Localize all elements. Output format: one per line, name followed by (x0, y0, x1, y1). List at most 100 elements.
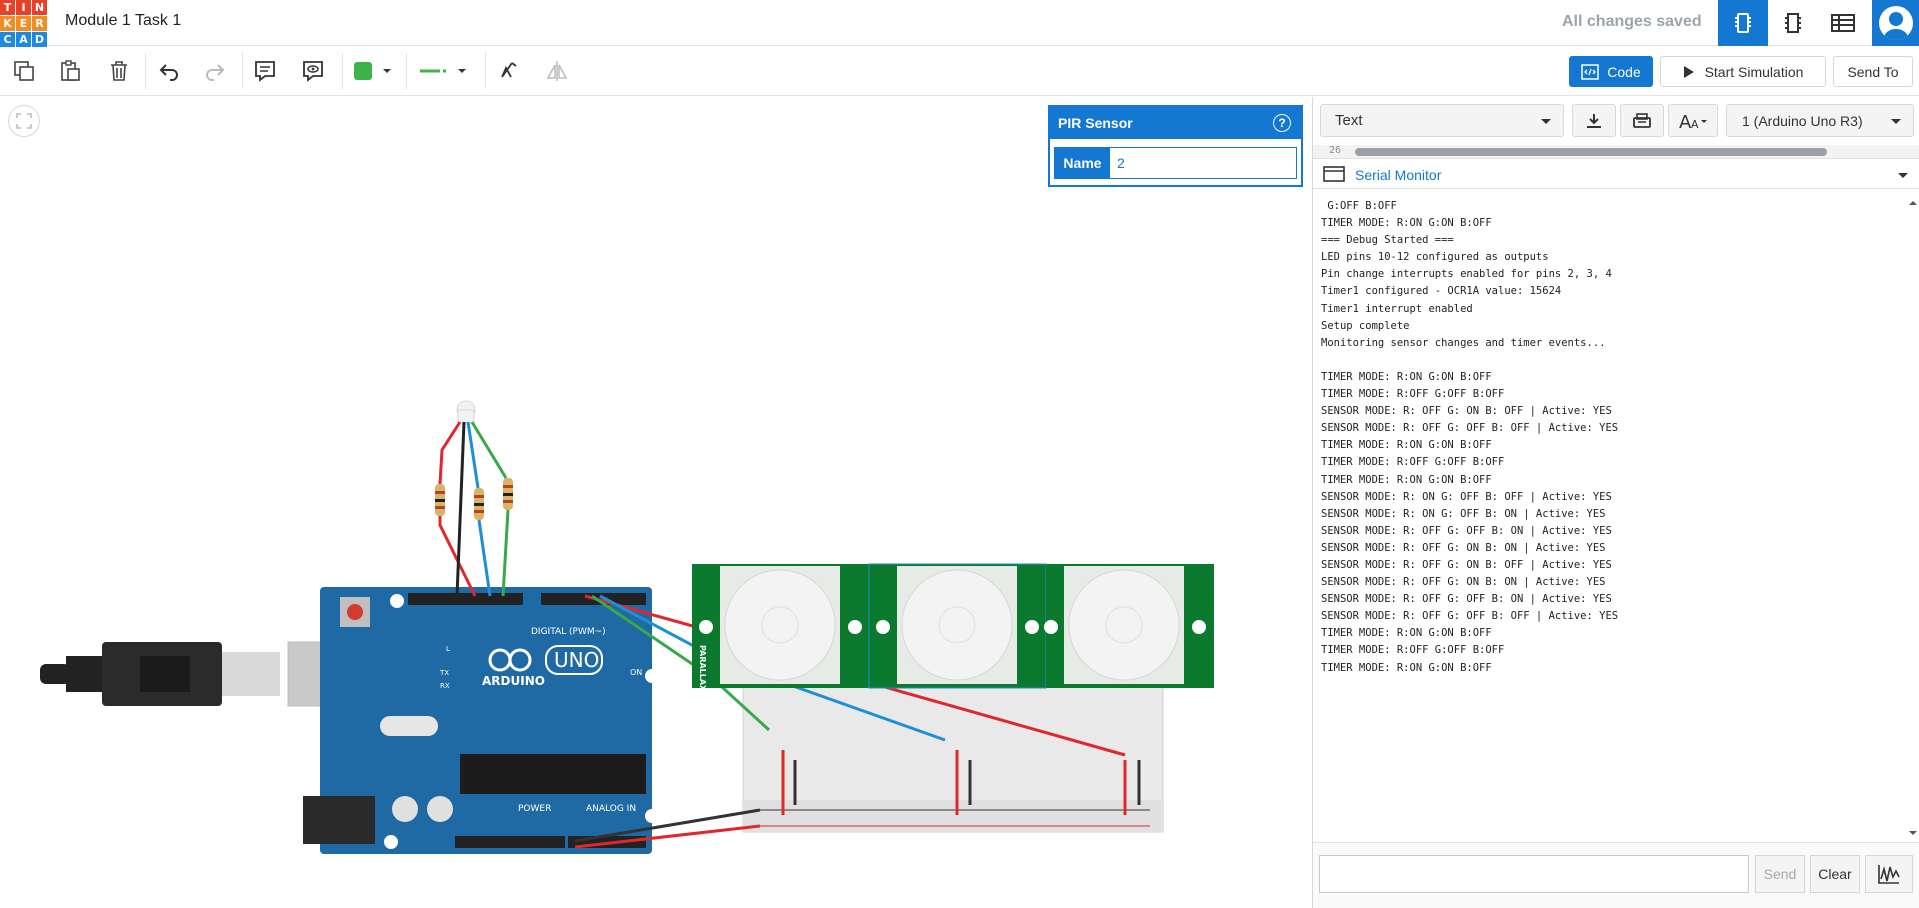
schematic-view-icon (1785, 13, 1801, 33)
wire-style-picker[interactable] (413, 55, 473, 87)
start-simulation-button[interactable]: Start Simulation (1660, 56, 1826, 87)
name-field[interactable]: Name 2 (1054, 147, 1297, 179)
logo-letter: T (0, 0, 15, 15)
paste-button[interactable] (53, 55, 87, 87)
serial-line: SENSOR MODE: R: OFF G: ON B: OFF | Activ… (1321, 405, 1612, 418)
serial-send-button[interactable]: Send (1755, 855, 1805, 893)
serial-line (1321, 352, 1900, 369)
svg-text:A: A (1691, 118, 1699, 130)
resistor[interactable] (435, 484, 445, 516)
project-title[interactable]: Module 1 Task 1 (65, 12, 181, 30)
copy-icon (14, 61, 34, 81)
serial-monitor-footer: Send Clear (1313, 842, 1919, 908)
serial-line: SENSOR MODE: R: OFF G: ON B: OFF | Activ… (1321, 558, 1612, 571)
user-avatar[interactable] (1872, 0, 1919, 46)
send-to-button[interactable]: Send To (1833, 56, 1913, 87)
arduino-brand-label: ARDUINO (482, 674, 545, 688)
circuit-canvas[interactable]: ARDUINO UNO DIGITAL (PWM~) POWER ANALOG … (0, 97, 1312, 908)
chevron-down-icon (1891, 119, 1901, 124)
save-status: All changes saved (1562, 13, 1702, 30)
play-icon (1683, 65, 1694, 78)
download-code-button[interactable] (1572, 104, 1616, 137)
delete-button[interactable] (102, 55, 136, 87)
redo-button[interactable] (198, 55, 232, 87)
serial-line: SENSOR MODE: R: OFF G: OFF B: OFF | Acti… (1321, 610, 1619, 623)
flip-button[interactable] (540, 55, 574, 87)
rgb-led[interactable] (456, 400, 476, 425)
serial-line: === Debug Started === (1321, 234, 1454, 247)
code-editor-strip[interactable]: 26 (1313, 145, 1919, 159)
rx-led-label: RX (440, 682, 450, 690)
component-list-icon (1831, 14, 1855, 32)
logo-letter: C (0, 32, 15, 47)
chevron-down-icon[interactable] (1898, 173, 1908, 178)
serial-line: SENSOR MODE: R: OFF G: ON B: ON | Active… (1321, 541, 1606, 554)
serial-line: TIMER MODE: R:ON G:ON B:OFF (1321, 217, 1492, 230)
serial-line: SENSOR MODE: R: OFF G: ON B: ON | Active… (1321, 576, 1606, 589)
serial-monitor-icon (1323, 166, 1345, 182)
digital-pins-label: DIGITAL (PWM~) (531, 627, 606, 637)
serial-line: G:OFF B:OFF (1321, 200, 1397, 212)
resistor[interactable] (503, 478, 513, 510)
scroll-up-arrow-icon (1909, 201, 1917, 205)
breadboard[interactable] (742, 685, 1164, 833)
library-button[interactable] (1620, 104, 1664, 137)
send-to-label: Send To (1847, 63, 1899, 80)
chevron-down-icon (1541, 119, 1551, 124)
board-select[interactable]: 1 (Arduino Uno R3) (1726, 104, 1914, 137)
inspector-header: PIR Sensor ? (1050, 107, 1301, 139)
toggle-notes-icon (303, 61, 323, 82)
rotate-button[interactable] (492, 55, 526, 87)
code-panel-toolbar: Text AA 1 (Arduino Uno R3) (1313, 97, 1919, 145)
circuit-view-button[interactable] (1718, 0, 1768, 46)
help-icon[interactable]: ? (1273, 114, 1291, 132)
serial-monitor-label: Serial Monitor (1355, 167, 1442, 183)
name-field-label: Name (1055, 148, 1110, 178)
serial-monitor-header[interactable]: Serial Monitor (1313, 160, 1919, 189)
undo-button[interactable] (152, 55, 186, 87)
pir-sensor[interactable]: PARALLAX (692, 564, 869, 692)
pir-sensor[interactable] (1044, 564, 1214, 688)
resistor[interactable] (474, 488, 484, 520)
undo-icon (159, 64, 178, 81)
notes-icon (255, 61, 275, 82)
power-pins-label: POWER (518, 804, 551, 814)
code-button[interactable]: Code (1569, 56, 1653, 87)
serial-output[interactable]: G:OFF B:OFF TIMER MODE: R:ON G:ON B:OFF ==… (1313, 190, 1908, 840)
serial-clear-button[interactable]: Clear (1810, 855, 1860, 893)
chevron-down-icon (383, 69, 391, 73)
line-number: 26 (1328, 145, 1341, 156)
serial-line: TIMER MODE: R:ON G:ON B:OFF (1321, 473, 1492, 486)
name-field-input[interactable]: 2 (1110, 148, 1296, 178)
arduino-uno-board[interactable]: ARDUINO UNO DIGITAL (PWM~) POWER ANALOG … (303, 587, 659, 854)
on-led-label: ON (630, 668, 642, 677)
code-mode-select[interactable]: Text (1320, 104, 1564, 137)
vertical-scrollbar[interactable] (1907, 190, 1919, 840)
logo-letter: R (32, 16, 47, 31)
schematic-view-button[interactable] (1768, 0, 1818, 46)
font-size-button[interactable]: AA (1668, 104, 1718, 137)
pir-sensor[interactable] (868, 563, 1047, 689)
delete-icon (111, 61, 127, 81)
serial-plotter-button[interactable] (1865, 855, 1913, 893)
logo-letter: A (16, 32, 31, 47)
code-button-label: Code (1607, 63, 1641, 80)
notes-button[interactable] (248, 55, 282, 87)
component-list-button[interactable] (1818, 0, 1868, 46)
color-swatch (354, 62, 372, 80)
library-icon (1633, 112, 1651, 128)
redo-icon (206, 64, 225, 81)
code-icon (1581, 63, 1600, 80)
toggle-notes-button[interactable] (296, 55, 330, 87)
tinkercad-logo[interactable]: T I N K E R C A D (0, 0, 47, 47)
serial-line: LED pins 10-12 configured as outputs (1321, 251, 1549, 264)
copy-button[interactable] (7, 55, 41, 87)
circuit-view-icon (1735, 13, 1751, 33)
logo-letter: D (32, 32, 47, 47)
fill-color-picker[interactable] (348, 55, 398, 87)
horizontal-scrollbar[interactable] (1355, 148, 1827, 156)
serial-line: Setup complete (1321, 319, 1410, 332)
serial-input[interactable] (1319, 855, 1749, 893)
logo-letter: N (32, 0, 47, 15)
serial-line: SENSOR MODE: R: OFF G: OFF B: OFF | Acti… (1321, 422, 1619, 435)
